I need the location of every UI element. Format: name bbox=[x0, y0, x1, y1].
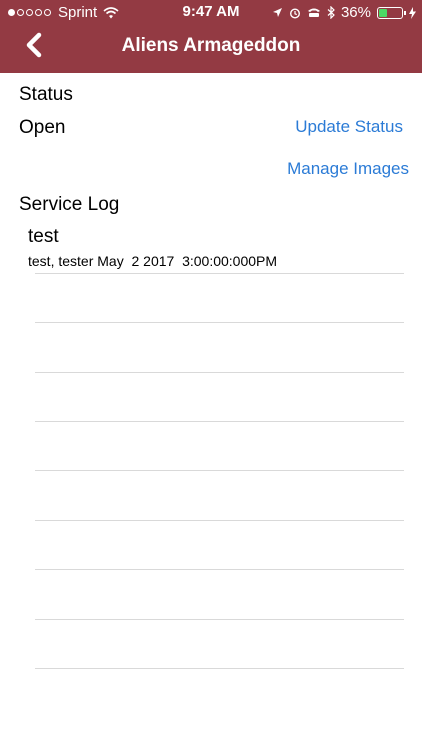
log-entry-meta: test, tester May 2 2017 3:00:00:000PM bbox=[28, 253, 278, 269]
row-divider bbox=[35, 520, 404, 521]
battery-percent: 36% bbox=[340, 4, 371, 21]
status-icons: 36% bbox=[272, 4, 416, 21]
bluetooth-icon bbox=[327, 6, 335, 19]
row-divider bbox=[35, 470, 404, 471]
navigation-bar: Aliens Armageddon bbox=[0, 26, 422, 70]
page-title: Aliens Armageddon bbox=[121, 35, 301, 56]
row-divider bbox=[35, 569, 404, 570]
battery-tip bbox=[404, 10, 406, 15]
battery-icon bbox=[377, 6, 406, 19]
app-header: Sprint 9:47 AM 36% Aliens Armageddon bbox=[0, 0, 422, 73]
status-value: Open bbox=[19, 117, 66, 138]
status-bar: Sprint 9:47 AM 36% bbox=[0, 0, 422, 24]
charging-bolt-icon bbox=[409, 6, 416, 19]
service-log-heading: Service Log bbox=[19, 194, 120, 215]
manage-images-link[interactable]: Manage Images bbox=[287, 159, 409, 179]
battery-fill bbox=[379, 8, 387, 17]
location-arrow-icon bbox=[272, 8, 282, 17]
row-divider bbox=[35, 668, 404, 669]
tty-icon bbox=[307, 8, 320, 17]
alarm-icon bbox=[289, 7, 300, 19]
status-heading: Status bbox=[19, 84, 73, 105]
row-divider bbox=[35, 273, 404, 274]
row-divider bbox=[35, 372, 404, 373]
row-divider bbox=[35, 619, 404, 620]
row-divider bbox=[35, 322, 404, 323]
update-status-link[interactable]: Update Status bbox=[295, 117, 403, 137]
row-divider bbox=[35, 421, 404, 422]
log-entry-title[interactable]: test bbox=[28, 226, 59, 248]
